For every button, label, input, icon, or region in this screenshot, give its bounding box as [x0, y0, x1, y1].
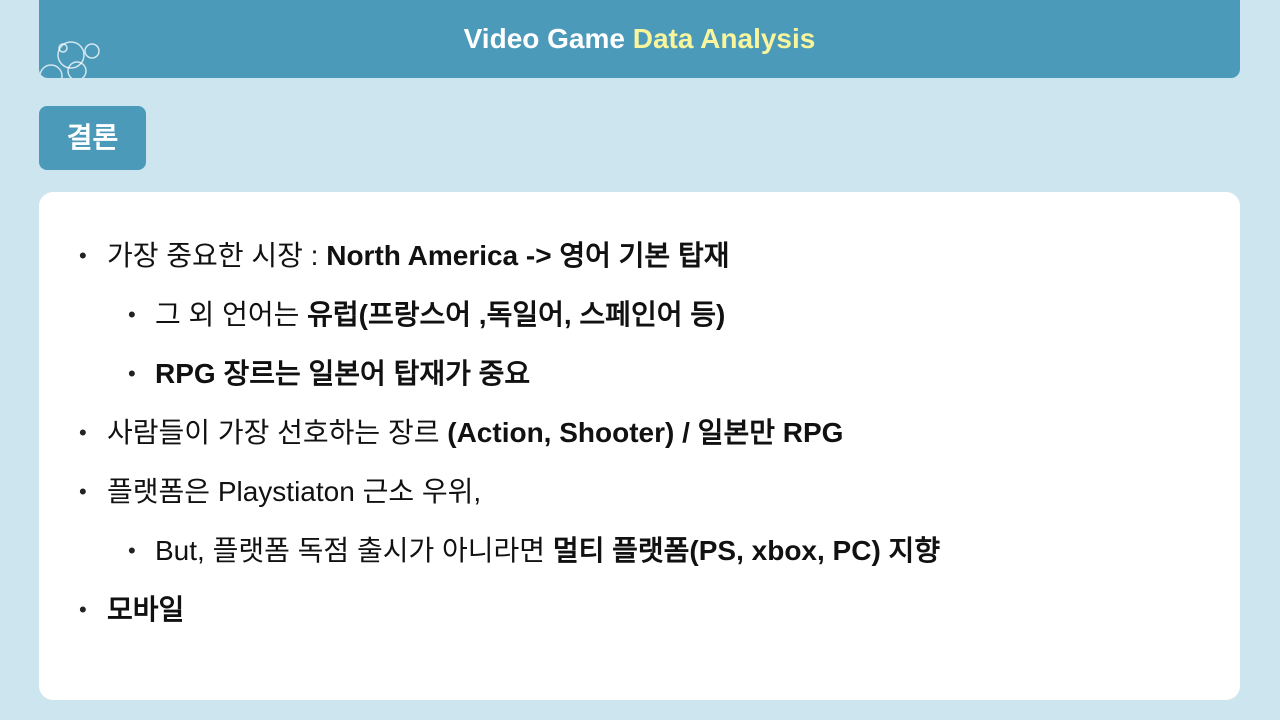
bullet-text: 가장 중요한 시장 : [107, 240, 319, 271]
slide-title: Video Game Data Analysis [39, 22, 1240, 56]
sub-bullet-item: 그 외 언어는 유럽(프랑스어 ,독일어, 스페인어 등) [39, 285, 1240, 344]
bullet-text: 그 외 언어는 [155, 299, 300, 330]
title-highlight: Data Analysis [632, 23, 816, 54]
bullet-item: 사람들이 가장 선호하는 장르 (Action, Shooter) / 일본만 … [39, 403, 1240, 462]
section-label: 결론 [39, 106, 146, 170]
bullet-text-bold: 모바일 [107, 594, 185, 625]
sub-bullet-item: But, 플랫폼 독점 출시가 아니라면 멀티 플랫폼(PS, xbox, PC… [39, 521, 1240, 580]
bullet-text-bold: RPG 장르는 일본어 탑재가 중요 [155, 358, 531, 389]
bullet-text: 플랫폼은 Playstiaton 근소 우위, [107, 476, 482, 507]
bullet-item: 플랫폼은 Playstiaton 근소 우위, [39, 462, 1240, 521]
bullet-item: 모바일 [39, 580, 1240, 639]
bullet-text: 사람들이 가장 선호하는 장르 [107, 417, 440, 448]
bullet-text-bold: (Action, Shooter) / 일본만 RPG [447, 417, 844, 448]
content-card: 가장 중요한 시장 : North America -> 영어 기본 탑재 그 … [39, 192, 1240, 700]
bullet-text-bold: 유럽(프랑스어 ,독일어, 스페인어 등) [307, 299, 726, 330]
sub-bullet-item: RPG 장르는 일본어 탑재가 중요 [39, 344, 1240, 403]
bullet-text-bold: North America -> 영어 기본 탑재 [326, 240, 730, 271]
header-bar: Video Game Data Analysis [39, 0, 1240, 78]
bullet-text: But, 플랫폼 독점 출시가 아니라면 [155, 535, 546, 566]
title-prefix: Video Game [463, 23, 625, 54]
bullet-item: 가장 중요한 시장 : North America -> 영어 기본 탑재 [39, 226, 1240, 285]
bullet-text-bold: 멀티 플랫폼(PS, xbox, PC) 지향 [552, 535, 941, 566]
